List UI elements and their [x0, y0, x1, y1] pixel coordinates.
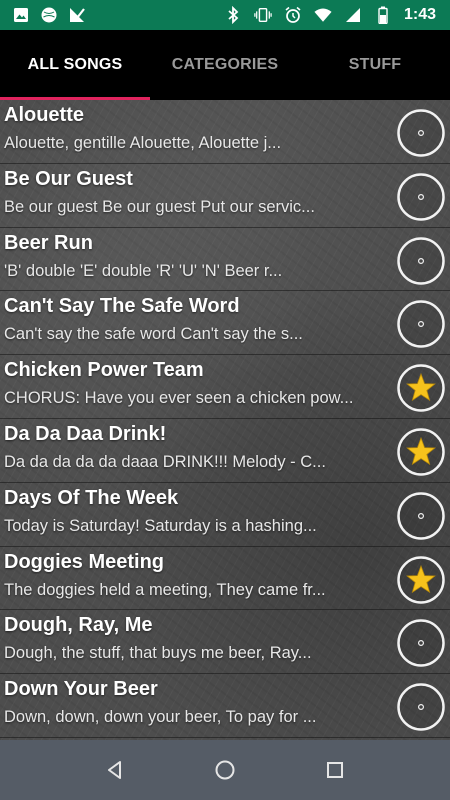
song-title: Days Of The Week: [4, 486, 179, 509]
status-right-icons: 1:43: [224, 6, 436, 24]
song-preview: Dough, the stuff, that buys me beer, Ray…: [4, 644, 312, 663]
song-title: Down Your Beer: [4, 678, 158, 701]
navigation-bar: [0, 740, 450, 800]
recents-icon[interactable]: [311, 746, 359, 794]
song-preview: Can't say the safe word Can't say the s.…: [4, 325, 303, 344]
song-title: Can't Say The Safe Word: [4, 295, 240, 318]
song-title: Dough, Ray, Me: [4, 614, 153, 637]
song-title: Alouette: [4, 104, 84, 126]
song-preview: Down, down, down your beer, To pay for .…: [4, 708, 317, 727]
tab-categories[interactable]: CATEGORIES: [150, 30, 300, 100]
song-title: Beer Run: [4, 231, 93, 254]
favorite-empty-icon[interactable]: [394, 170, 448, 224]
battery-icon: [374, 6, 392, 24]
globe-icon: [40, 6, 58, 24]
favorite-star-icon[interactable]: [394, 425, 448, 479]
vibrate-icon: [254, 6, 272, 24]
song-row[interactable]: Can't Say The Safe Word Can't say the saf…: [0, 291, 450, 356]
song-title: Be Our Guest: [4, 167, 133, 190]
alarm-icon: [284, 6, 302, 24]
song-title: Chicken Power Team: [4, 359, 204, 382]
song-row[interactable]: Beer Run 'B' double 'E' double 'R' 'U' 'N…: [0, 228, 450, 292]
favorite-empty-icon[interactable]: [394, 616, 448, 670]
song-preview: Alouette, gentille Alouette, Alouette j.…: [4, 134, 282, 152]
favorite-empty-icon[interactable]: [394, 489, 448, 543]
home-icon[interactable]: [201, 746, 249, 794]
favorite-empty-icon[interactable]: [394, 234, 448, 288]
song-row[interactable]: Days Of The Week Today is Saturday! Satur…: [0, 483, 450, 547]
status-bar: 1:43: [0, 0, 450, 30]
song-row[interactable]: Chicken Power Team CHORUS: Have you ever …: [0, 355, 450, 419]
song-row[interactable]: Be Our Guest Be our guest Be our guest Pu…: [0, 164, 450, 228]
status-time: 1:43: [403, 6, 436, 23]
image-icon: [12, 6, 30, 24]
song-preview: 'B' double 'E' double 'R' 'U' 'N' Beer r…: [4, 261, 283, 280]
song-row[interactable]: Alouette Alouette, gentille Alouette, Alo…: [0, 100, 450, 164]
back-icon[interactable]: [91, 746, 139, 794]
song-preview: Today is Saturday! Saturday is a hashing…: [4, 516, 317, 535]
song-preview: CHORUS: Have you ever seen a chicken pow…: [4, 389, 354, 408]
wifi-icon: [314, 6, 332, 24]
song-row[interactable]: Down Your Beer Down, down, down your beer…: [0, 674, 450, 738]
song-row[interactable]: Da Da Daa Drink! Da da da da da daaa DRIN…: [0, 419, 450, 483]
song-preview: Da da da da da daaa DRINK!!! Melody - C.…: [4, 452, 326, 471]
favorite-empty-icon[interactable]: [394, 106, 448, 160]
favorite-star-icon[interactable]: [394, 361, 448, 415]
favorite-empty-icon[interactable]: [394, 297, 448, 351]
song-preview: Be our guest Be our guest Put our servic…: [4, 197, 315, 216]
bluetooth-icon: [224, 6, 242, 24]
favorite-empty-icon[interactable]: [394, 680, 448, 734]
cell-signal-icon: [344, 6, 362, 24]
song-preview: The doggies held a meeting, They came fr…: [4, 580, 326, 599]
app-check-icon: [68, 6, 86, 24]
status-left-icons: [12, 6, 86, 24]
tab-stuff[interactable]: STUFF: [300, 30, 450, 100]
song-row[interactable]: Dough, Ray, Me Dough, the stuff, that buy…: [0, 610, 450, 675]
tab-all-songs[interactable]: ALL SONGS: [0, 30, 150, 100]
song-title: Da Da Daa Drink!: [4, 422, 167, 445]
tab-bar: ALL SONGS CATEGORIES STUFF: [0, 30, 450, 100]
song-list[interactable]: Alouette Alouette, gentille Alouette, Alo…: [0, 100, 450, 740]
song-title: Doggies Meeting: [4, 550, 165, 573]
song-row[interactable]: Doggies Meeting The doggies held a meetin…: [0, 547, 450, 611]
favorite-star-icon[interactable]: [394, 553, 448, 607]
